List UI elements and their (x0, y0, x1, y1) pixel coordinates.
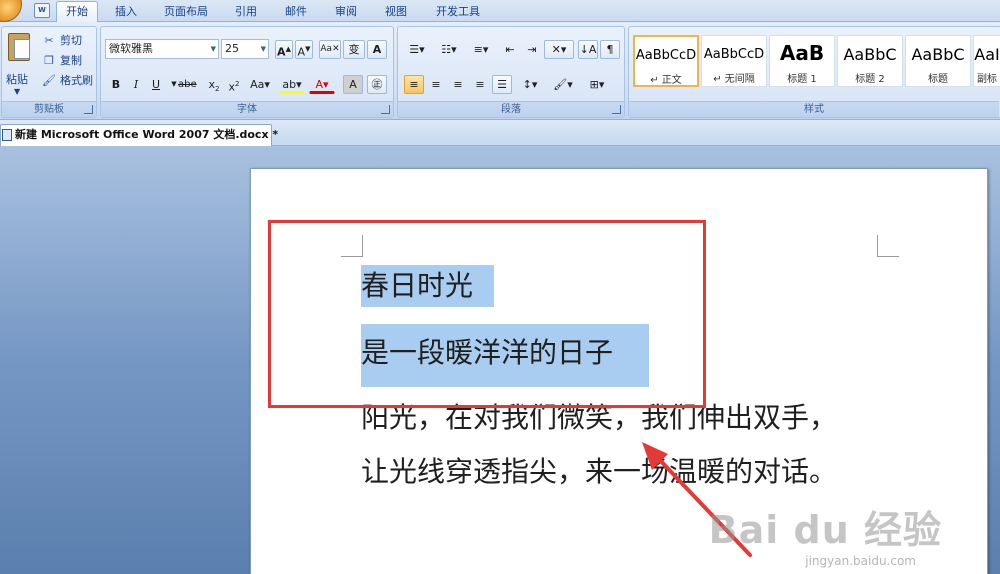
clear-format-button[interactable]: Aa✕ (319, 40, 341, 59)
style-subtitle[interactable]: AaI 副标 (973, 35, 1000, 87)
paste-dropdown-icon[interactable]: ▼ (14, 87, 20, 96)
style-heading-1[interactable]: AaB 标题 1 (769, 35, 835, 87)
font-launcher-icon[interactable] (381, 105, 390, 114)
margin-corner-top-right (877, 235, 899, 257)
ribbon: 粘贴 ▼ ✂ 剪切 ❐ 复制 🖌 格式刷 剪贴板 微软雅黑 ▼ 25 ▼ A▲ A▼ Aa… (0, 22, 1000, 120)
highlight-button[interactable]: ab▾ (279, 75, 305, 94)
copy-button[interactable]: ❐ 复制 (42, 53, 82, 69)
enclose-char-button[interactable]: ㊣ (367, 75, 387, 94)
tab-references[interactable]: 引用 (226, 3, 266, 22)
line-spacing-button[interactable]: ↕▾ (516, 75, 544, 94)
bullets-button[interactable]: ☰▾ (402, 40, 432, 59)
char-border-button[interactable]: A (367, 40, 387, 59)
save-icon[interactable]: W (34, 3, 50, 18)
tab-insert[interactable]: 插入 (108, 3, 144, 22)
shading-button[interactable]: 🖌▾ (548, 75, 578, 94)
underline-button[interactable]: U (147, 75, 165, 94)
strikethrough-button[interactable]: abe (177, 75, 198, 94)
paste-icon[interactable] (8, 33, 30, 61)
highlight-box (268, 220, 706, 408)
baidu-watermark-url: jingyan.baidu.com (805, 554, 916, 568)
tab-review[interactable]: 审阅 (326, 3, 366, 22)
numbering-button[interactable]: ☷▾ (434, 40, 464, 59)
tab-view[interactable]: 视图 (376, 3, 416, 22)
borders-button[interactable]: ⊞▾ (582, 75, 612, 94)
font-color-button[interactable]: A▾ (309, 75, 335, 94)
paste-button[interactable]: 粘贴 (6, 71, 28, 87)
styles-group-label: 样式 (629, 101, 999, 117)
align-right-button[interactable]: ≡ (448, 75, 468, 94)
styles-group: AaBbCcD ↵ 正文 AaBbCcD ↵ 无间隔 AaB 标题 1 AaBb… (628, 26, 1000, 118)
document-tab[interactable]: 新建 Microsoft Office Word 2007 文档.docx * (0, 124, 278, 146)
style-normal[interactable]: AaBbCcD ↵ 正文 (633, 35, 699, 87)
cut-button[interactable]: ✂ 剪切 (42, 33, 82, 49)
clipboard-launcher-icon[interactable] (84, 105, 93, 114)
document-icon (2, 129, 12, 141)
char-shading-button[interactable]: A (343, 75, 363, 94)
show-marks-button[interactable]: ¶ (600, 40, 620, 59)
asian-layout-button[interactable]: ✕▾ (544, 40, 574, 59)
style-title[interactable]: AaBbC 标题 (905, 35, 971, 87)
shrink-font-button[interactable]: A▼ (295, 40, 313, 59)
align-left-button[interactable]: ≡ (404, 75, 424, 94)
font-group: 微软雅黑 ▼ 25 ▼ A▲ A▼ Aa✕ 变 A B I U ▼ abe x2 x… (100, 26, 394, 118)
office-button[interactable] (0, 0, 22, 22)
change-case-button[interactable]: Aa▾ (247, 75, 273, 94)
tab-developer[interactable]: 开发工具 (428, 3, 488, 22)
italic-button[interactable]: I (127, 75, 145, 94)
multilevel-list-button[interactable]: ≡▾ (466, 40, 496, 59)
sort-button[interactable]: ↓A (578, 40, 598, 59)
tab-page-layout[interactable]: 页面布局 (156, 3, 216, 22)
ribbon-tab-bar: W 开始 插入 页面布局 引用 邮件 审阅 视图 开发工具 (0, 0, 1000, 23)
font-size-combo[interactable]: 25 ▼ (221, 39, 269, 59)
tab-home[interactable]: 开始 (56, 1, 98, 23)
distributed-button[interactable]: ☰ (492, 75, 512, 94)
chevron-down-icon[interactable]: ▼ (211, 40, 216, 58)
align-center-button[interactable]: ≡ (426, 75, 446, 94)
phonetic-guide-button[interactable]: 变 (343, 40, 365, 59)
tab-mailings[interactable]: 邮件 (276, 3, 316, 22)
style-no-spacing[interactable]: AaBbCcD ↵ 无间隔 (701, 35, 767, 87)
document-tab-bar: 新建 Microsoft Office Word 2007 文档.docx * (0, 120, 1000, 146)
style-heading-2[interactable]: AaBbC 标题 2 (837, 35, 903, 87)
scissors-icon: ✂ (44, 34, 54, 47)
baidu-watermark: Bai du 经验 (708, 508, 942, 552)
grow-font-button[interactable]: A▲ (275, 40, 293, 59)
copy-icon: ❐ (44, 54, 54, 67)
font-group-label: 字体 (101, 101, 393, 117)
format-painter-button[interactable]: 🖌 格式刷 (42, 73, 93, 89)
subscript-button[interactable]: x2 (205, 75, 223, 94)
chevron-down-icon[interactable]: ▼ (261, 40, 266, 58)
brush-icon: 🖌 (42, 74, 56, 87)
paragraph-group: ☰▾ ☷▾ ≡▾ ⇤ ⇥ ✕▾ ↓A ¶ ≡ ≡ ≡ ≡ ☰ ↕▾ 🖌▾ ⊞▾ … (397, 26, 625, 118)
increase-indent-button[interactable]: ⇥ (522, 40, 542, 59)
font-name-combo[interactable]: 微软雅黑 ▼ (105, 39, 219, 59)
decrease-indent-button[interactable]: ⇤ (500, 40, 520, 59)
superscript-button[interactable]: x2 (225, 75, 243, 94)
paragraph-group-label: 段落 (398, 101, 624, 117)
clipboard-group-label: 剪贴板 (2, 101, 96, 117)
paragraph-launcher-icon[interactable] (612, 105, 621, 114)
clipboard-group: 粘贴 ▼ ✂ 剪切 ❐ 复制 🖌 格式刷 剪贴板 (1, 26, 97, 118)
bold-button[interactable]: B (107, 75, 125, 94)
text-line[interactable]: 让光线穿透指尖，来一场温暖的对话。 (361, 451, 837, 493)
justify-button[interactable]: ≡ (470, 75, 490, 94)
